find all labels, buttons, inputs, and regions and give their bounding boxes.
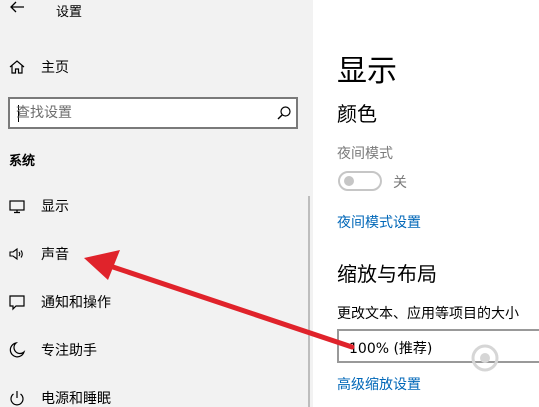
back-arrow-icon[interactable]	[9, 0, 25, 14]
app-title: 设置	[56, 5, 83, 20]
speaker-icon	[9, 247, 23, 261]
sidebar: 设置 主页 系统 显示 声音 通知和操作	[0, 0, 313, 407]
watermark-logo-icon	[471, 344, 499, 372]
night-mode-toggle[interactable]	[338, 171, 382, 191]
color-heading: 颜色	[337, 102, 377, 126]
sidebar-item-label: 显示	[41, 199, 69, 215]
sidebar-item-focus-assist[interactable]: 专注助手	[0, 334, 313, 366]
search-box[interactable]	[8, 97, 298, 129]
sidebar-item-sound[interactable]: 声音	[0, 238, 313, 270]
home-icon	[9, 60, 25, 74]
nav-home[interactable]: 主页	[0, 52, 313, 82]
scale-layout-heading: 缩放与布局	[337, 262, 437, 286]
section-label-system: 系统	[9, 154, 36, 169]
scale-dropdown-value: 100% (推荐)	[349, 341, 433, 357]
advanced-scale-link[interactable]: 高级缩放设置	[337, 374, 421, 394]
monitor-icon	[9, 200, 25, 214]
power-icon	[10, 391, 24, 406]
night-mode-state: 关	[393, 175, 407, 191]
sidebar-item-label: 电源和睡眠	[41, 391, 111, 407]
search-input[interactable]	[16, 103, 256, 123]
sidebar-item-display[interactable]: 显示	[0, 190, 313, 222]
sidebar-scrollbar[interactable]	[308, 196, 310, 407]
nav-home-label: 主页	[41, 60, 69, 76]
night-mode-label: 夜间模式	[337, 146, 393, 162]
watermark	[440, 343, 539, 407]
sidebar-item-label: 声音	[41, 247, 69, 263]
page-title: 显示	[337, 54, 397, 89]
sidebar-item-notifications[interactable]: 通知和操作	[0, 286, 313, 318]
title-bar: 设置	[0, 0, 313, 22]
sidebar-item-label: 专注助手	[41, 343, 97, 359]
scale-description: 更改文本、应用等项目的大小	[337, 306, 519, 322]
toggle-knob	[344, 176, 354, 186]
sidebar-item-label: 通知和操作	[41, 295, 111, 311]
sidebar-item-power-sleep[interactable]: 电源和睡眠	[0, 382, 313, 407]
search-icon[interactable]	[276, 105, 292, 121]
moon-icon	[9, 341, 26, 358]
night-mode-settings-link[interactable]: 夜间模式设置	[337, 212, 421, 232]
notification-icon	[9, 295, 25, 311]
